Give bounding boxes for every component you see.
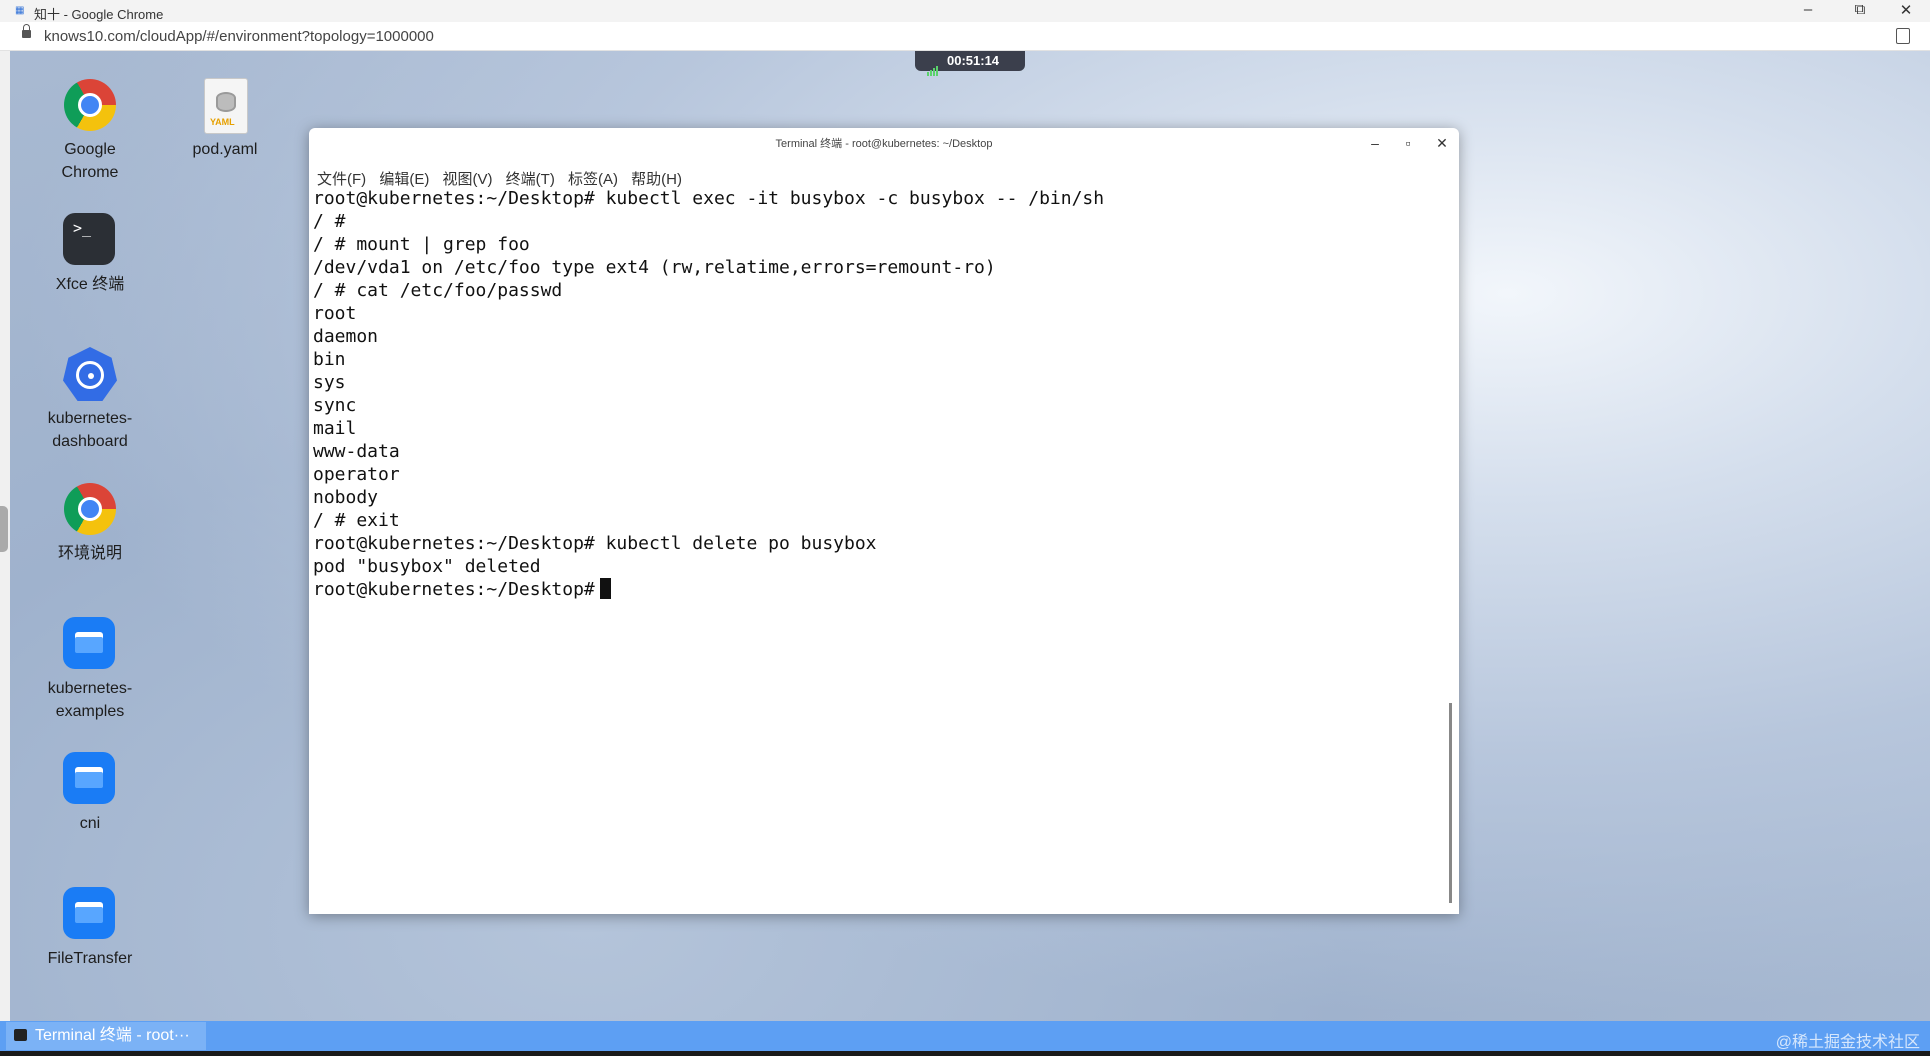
menu-help[interactable]: 帮助(H) bbox=[631, 171, 682, 188]
terminal-line: sys bbox=[313, 372, 346, 393]
terminal-cursor bbox=[599, 578, 611, 599]
terminal-line: / # bbox=[313, 211, 346, 232]
terminal-line: sync bbox=[313, 395, 357, 416]
menu-tabs[interactable]: 标签(A) bbox=[568, 171, 618, 188]
terminal-line: pod "busybox" deleted bbox=[313, 556, 541, 577]
site-favicon-icon: ▦ bbox=[15, 5, 25, 16]
taskbar-item-label: Terminal 终端 - root··· bbox=[35, 1027, 190, 1044]
url-text[interactable]: knows10.com/cloudApp/#/environment?topol… bbox=[44, 28, 434, 45]
signal-icon bbox=[927, 56, 939, 76]
terminal-menu-bar: 文件(F) 编辑(E) 视图(V) 终端(T) 标签(A) 帮助(H) bbox=[317, 168, 691, 189]
kubernetes-icon bbox=[63, 347, 117, 401]
terminal-line: www-data bbox=[313, 441, 400, 462]
side-panel-handle[interactable] bbox=[0, 506, 8, 552]
remote-desktop: 00:51:14 Google Chrome YAML pod.yaml >_ … bbox=[10, 51, 1930, 1021]
terminal-line: /dev/vda1 on /etc/foo type ext4 (rw,rela… bbox=[313, 257, 996, 278]
desktop-icon-label: Xfce 终端 bbox=[55, 276, 125, 293]
browser-title-bar: ▦ 知十 - Google Chrome – ⧉ ✕ bbox=[0, 0, 1930, 22]
terminal-line: / # mount | grep foo bbox=[313, 234, 530, 255]
address-bar[interactable]: knows10.com/cloudApp/#/environment?topol… bbox=[0, 22, 1930, 51]
terminal-line: root bbox=[313, 303, 357, 324]
menu-file[interactable]: 文件(F) bbox=[317, 171, 366, 188]
folder-icon bbox=[63, 617, 115, 669]
terminal-line: nobody bbox=[313, 487, 379, 508]
terminal-window[interactable]: Terminal 终端 - root@kubernetes: ~/Desktop… bbox=[309, 128, 1459, 914]
chrome-icon bbox=[64, 483, 116, 535]
taskbar-item-terminal[interactable]: Terminal 终端 - root··· bbox=[6, 1022, 206, 1050]
bottom-edge bbox=[0, 1051, 1930, 1056]
terminal-minimize-button[interactable]: – bbox=[1365, 135, 1385, 151]
terminal-line: / # cat /etc/foo/passwd bbox=[313, 280, 563, 301]
desktop-icon-cni[interactable]: cni bbox=[35, 752, 145, 835]
desktop-icon-label: cni bbox=[79, 815, 101, 832]
desktop-icon-label: kubernetes- examples bbox=[47, 680, 133, 720]
terminal-close-button[interactable]: ✕ bbox=[1432, 135, 1452, 152]
desktop-icon-filetransfer[interactable]: FileTransfer bbox=[35, 887, 145, 970]
desktop-icon-pod-yaml[interactable]: YAML pod.yaml bbox=[170, 78, 280, 161]
taskbar: Terminal 终端 - root··· bbox=[0, 1021, 1930, 1051]
desktop-icon-label: 环境说明 bbox=[57, 545, 122, 562]
terminal-line: / # exit bbox=[313, 510, 400, 531]
copy-icon[interactable] bbox=[1896, 28, 1910, 44]
terminal-icon: >_ bbox=[63, 213, 115, 265]
side-panel-strip bbox=[0, 51, 10, 1056]
desktop-icon-xfce-terminal[interactable]: >_ Xfce 终端 bbox=[35, 213, 145, 296]
terminal-line: root@kubernetes:~/Desktop# kubectl exec … bbox=[313, 188, 1105, 209]
terminal-prompt-line[interactable]: root@kubernetes:~/Desktop# bbox=[313, 578, 1443, 601]
window-restore-button[interactable]: ⧉ bbox=[1848, 1, 1872, 18]
terminal-maximize-button[interactable]: ▫ bbox=[1398, 135, 1418, 151]
desktop-icon-label: kubernetes- dashboard bbox=[47, 410, 133, 450]
desktop-icon-google-chrome[interactable]: Google Chrome bbox=[35, 78, 145, 184]
terminal-title: Terminal 终端 - root@kubernetes: ~/Desktop bbox=[775, 138, 993, 150]
desktop-icon-kubernetes-examples[interactable]: kubernetes- examples bbox=[35, 617, 145, 723]
desktop-icon-label: pod.yaml bbox=[192, 141, 258, 158]
watermark: @稀土掘金技术社区 bbox=[1775, 1034, 1920, 1051]
menu-edit[interactable]: 编辑(E) bbox=[379, 171, 429, 188]
lock-icon bbox=[22, 24, 31, 38]
yaml-file-icon: YAML bbox=[204, 78, 248, 134]
folder-icon bbox=[63, 752, 115, 804]
menu-view[interactable]: 视图(V) bbox=[443, 171, 493, 188]
terminal-line: root@kubernetes:~/Desktop# kubectl delet… bbox=[313, 533, 877, 554]
terminal-output[interactable]: root@kubernetes:~/Desktop# kubectl exec … bbox=[313, 187, 1443, 909]
terminal-line: bin bbox=[313, 349, 346, 370]
terminal-line: mail bbox=[313, 418, 357, 439]
menu-terminal[interactable]: 终端(T) bbox=[506, 171, 555, 188]
browser-window-title: 知十 - Google Chrome bbox=[34, 7, 164, 22]
desktop-icon-label: Google Chrome bbox=[61, 141, 119, 181]
window-minimize-button[interactable]: – bbox=[1796, 1, 1820, 18]
terminal-line: operator bbox=[313, 464, 400, 485]
session-timer: 00:51:14 bbox=[915, 51, 1025, 76]
desktop-icon-kubernetes-dashboard[interactable]: kubernetes- dashboard bbox=[35, 347, 145, 453]
terminal-icon bbox=[14, 1029, 27, 1041]
desktop-icon-label: FileTransfer bbox=[47, 950, 133, 967]
terminal-prompt: root@kubernetes:~/Desktop# bbox=[313, 579, 595, 600]
terminal-line: daemon bbox=[313, 326, 379, 347]
window-close-button[interactable]: ✕ bbox=[1894, 1, 1918, 19]
folder-icon bbox=[63, 887, 115, 939]
terminal-scrollbar[interactable] bbox=[1449, 703, 1452, 903]
timer-text: 00:51:14 bbox=[947, 53, 1000, 68]
chrome-icon bbox=[64, 79, 116, 131]
desktop-icon-env-guide[interactable]: 环境说明 bbox=[35, 482, 145, 565]
